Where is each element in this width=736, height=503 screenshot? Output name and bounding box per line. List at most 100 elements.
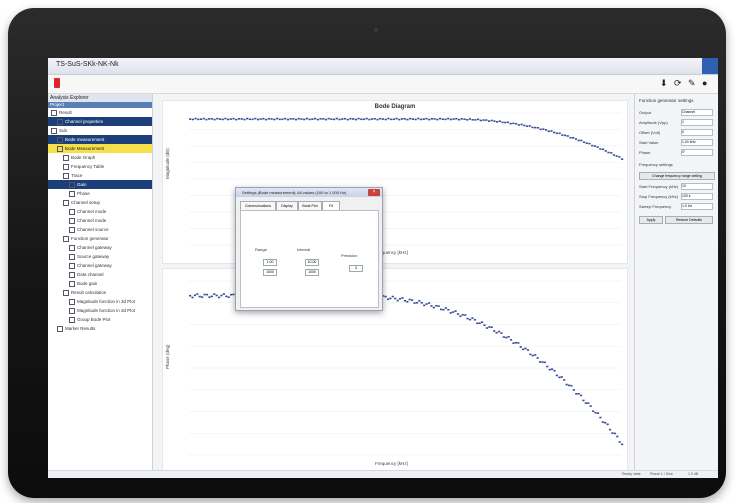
phase-field[interactable]: 0° bbox=[681, 149, 713, 156]
trace-point bbox=[213, 293, 216, 295]
tree-node[interactable]: Channel gateway bbox=[48, 261, 152, 270]
tree-node[interactable]: Channel gateway bbox=[48, 243, 152, 252]
trace-point bbox=[392, 118, 395, 121]
trace-point bbox=[191, 118, 194, 121]
tree-node-label: Channel source bbox=[77, 227, 109, 232]
tree-node[interactable]: Data channel bbox=[48, 270, 152, 279]
tree-node[interactable]: Channel properties bbox=[48, 117, 152, 126]
trace-point bbox=[551, 368, 554, 370]
tree-node[interactable]: Result bbox=[48, 108, 152, 117]
refresh-icon[interactable]: ⟳ bbox=[674, 78, 682, 88]
range-min-spin[interactable]: 1.00 bbox=[263, 259, 277, 266]
window-control[interactable] bbox=[702, 58, 718, 74]
restore-defaults-button[interactable]: Restore Defaults bbox=[665, 216, 713, 224]
tree-node[interactable]: Channel setup bbox=[48, 198, 152, 207]
offset-field[interactable]: 0 bbox=[681, 129, 713, 136]
trace-point bbox=[442, 308, 445, 311]
interval-min-spin[interactable]: 10.00 bbox=[305, 259, 319, 266]
trace-point bbox=[435, 304, 438, 307]
trace-point bbox=[529, 353, 532, 356]
row-label: Sweep Frequency bbox=[639, 204, 672, 209]
tree-node[interactable]: Magnitude function in 3d Plot bbox=[48, 297, 152, 306]
trace-point bbox=[381, 118, 385, 120]
tree-node[interactable]: Trace bbox=[48, 171, 152, 180]
node-icon bbox=[69, 244, 75, 251]
tree-node-label: Channel mode bbox=[77, 209, 107, 214]
tree-node[interactable]: Channel source bbox=[48, 225, 152, 234]
trace-point bbox=[553, 131, 556, 134]
trace-point bbox=[514, 341, 518, 344]
output-select[interactable]: Channel bbox=[681, 109, 713, 116]
trace-point bbox=[553, 369, 556, 372]
tree-node[interactable]: Frequency Table bbox=[48, 162, 152, 171]
tree-node[interactable]: Result calculation bbox=[48, 288, 152, 297]
tree-node[interactable]: Marker Results bbox=[48, 324, 152, 333]
tree-node[interactable]: Bode Measurement bbox=[48, 144, 152, 153]
precision-spin[interactable]: 3 bbox=[349, 265, 363, 272]
trace-point bbox=[461, 313, 464, 316]
tree-node[interactable]: Bode measurement bbox=[48, 135, 152, 144]
trace-point bbox=[606, 423, 609, 426]
sweep-frequency-field[interactable]: 1.0 Hz bbox=[681, 203, 713, 210]
tree-node[interactable]: Gain bbox=[48, 180, 152, 189]
amplitude-field[interactable]: 1 bbox=[681, 119, 713, 126]
status-bar: Ready state Phase 1 / Sine 1.0 dB bbox=[48, 470, 718, 478]
tree-node-label: Magnitude function in 3d Plot bbox=[77, 308, 136, 313]
start-value-field[interactable]: 1.00 kHz bbox=[681, 139, 713, 146]
trace-point bbox=[495, 331, 498, 334]
trace-point bbox=[522, 348, 525, 351]
phase-trace bbox=[189, 280, 624, 456]
trace-point bbox=[330, 118, 333, 120]
tree-node[interactable]: Channel mode bbox=[48, 207, 152, 216]
stop-frequency-field[interactable]: 100 k bbox=[681, 193, 713, 200]
trace-point bbox=[417, 117, 420, 120]
camera-dot bbox=[374, 28, 378, 32]
node-icon bbox=[57, 118, 63, 125]
function-generator-panel: Function generator settings Output Chann… bbox=[634, 94, 718, 478]
trace-point bbox=[373, 117, 376, 120]
tree-node[interactable]: Bode Graph bbox=[48, 153, 152, 162]
trace-point bbox=[591, 144, 594, 147]
settings-dialog: Settings (Bode measurement): All values … bbox=[235, 187, 383, 311]
trace-point bbox=[509, 122, 512, 125]
start-frequency-field[interactable]: 10 bbox=[681, 183, 713, 190]
eye-icon[interactable]: ● bbox=[702, 78, 707, 88]
node-icon bbox=[69, 226, 75, 233]
apply-button[interactable]: Apply bbox=[639, 216, 663, 224]
trace-point bbox=[210, 295, 213, 298]
frequency-range-dropdown[interactable]: Change frequency range setting bbox=[639, 172, 715, 180]
trace-point bbox=[592, 410, 595, 413]
trace-point bbox=[604, 150, 607, 152]
close-icon[interactable]: × bbox=[368, 189, 380, 196]
tree-node[interactable]: Magnitude function in 3d Plot bbox=[48, 306, 152, 315]
magnitude-plot[interactable]: Bode Diagram Magnitude (dB) Frequency [k… bbox=[162, 100, 628, 264]
trace-point bbox=[507, 335, 510, 338]
tree-node[interactable]: Channel mode bbox=[48, 216, 152, 225]
tree-node[interactable]: Function generator bbox=[48, 234, 152, 243]
trace-point bbox=[611, 432, 614, 434]
trace-point bbox=[460, 118, 463, 120]
trace-point bbox=[621, 158, 624, 160]
tree-node[interactable]: Group Bode Plot bbox=[48, 315, 152, 324]
tree-node[interactable]: Phase bbox=[48, 189, 152, 198]
phase-plot[interactable]: Phase (deg) Frequency [kHz] bbox=[162, 268, 628, 474]
tree-node-label: Channel gateway bbox=[77, 245, 112, 250]
edit-icon[interactable]: ✎ bbox=[688, 78, 696, 88]
download-icon[interactable]: ⬇ bbox=[660, 78, 668, 88]
trace-point bbox=[468, 318, 472, 321]
tree-node-label: Trace bbox=[71, 173, 83, 178]
section-label: Frequency settings bbox=[639, 162, 673, 167]
tree-node-label: Data channel bbox=[77, 272, 104, 277]
trace-point bbox=[403, 299, 406, 302]
trace-point bbox=[420, 302, 423, 304]
interval-max-spin[interactable]: 1000 bbox=[305, 269, 319, 276]
range-max-spin[interactable]: 1000 bbox=[263, 269, 277, 276]
tree-node[interactable]: Source gateway bbox=[48, 252, 152, 261]
trace-point bbox=[403, 118, 406, 120]
trace-point bbox=[512, 342, 515, 344]
trace-point bbox=[189, 294, 192, 297]
trace-point bbox=[490, 119, 493, 122]
tree-node[interactable]: Sub bbox=[48, 126, 152, 135]
tree-node[interactable]: Bode gain bbox=[48, 279, 152, 288]
trace-point bbox=[539, 128, 542, 131]
